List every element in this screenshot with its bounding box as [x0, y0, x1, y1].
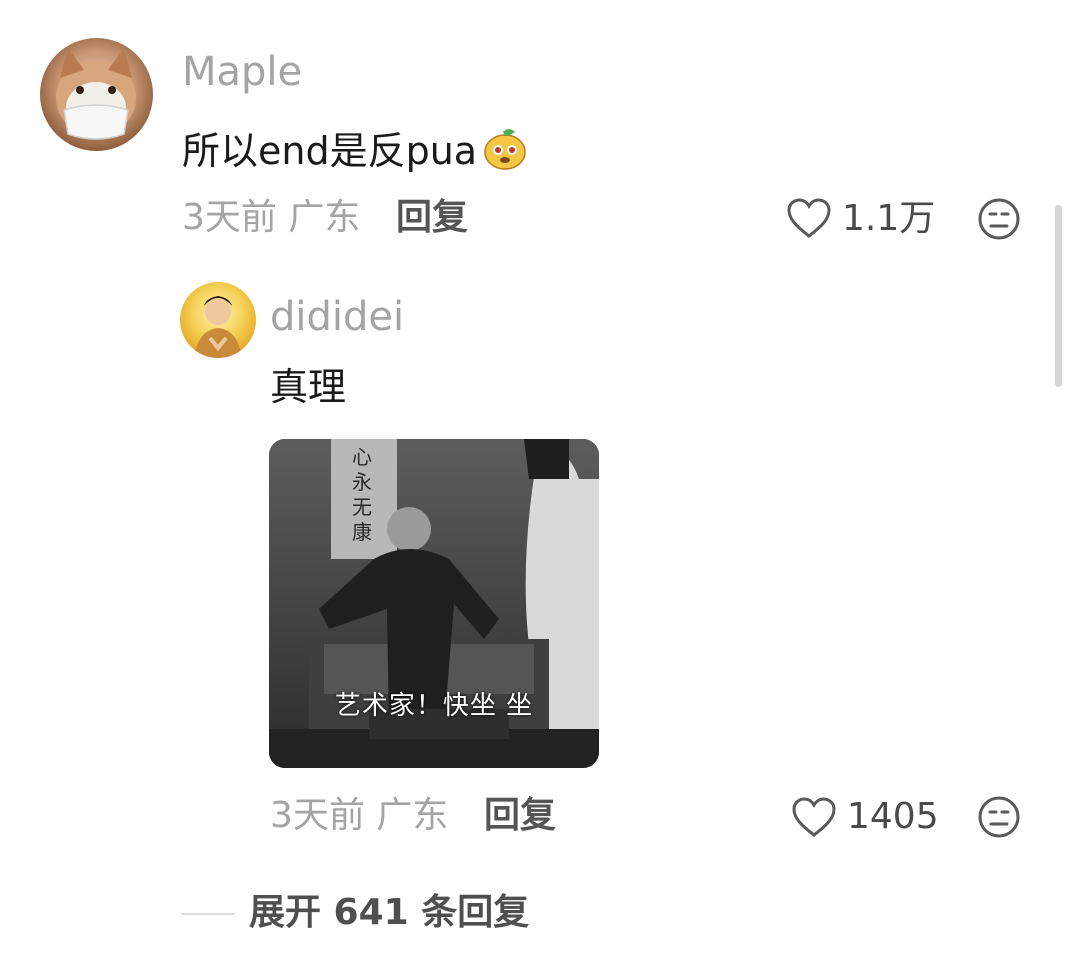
mango-dog-emoji [481, 124, 529, 178]
avatar[interactable] [180, 282, 256, 358]
avatar[interactable] [40, 38, 153, 151]
face-emoji-icon[interactable] [977, 795, 1021, 843]
reply-location: 广东 [376, 795, 449, 836]
comment-username[interactable]: Maple [182, 52, 302, 92]
reply-time: 3天前 [270, 795, 365, 836]
comment-location: 广东 [288, 197, 361, 238]
comment-meta: 3天前 广东 [182, 200, 360, 236]
heart-outline-icon[interactable] [786, 197, 832, 243]
comment-time: 3天前 [182, 197, 277, 238]
reply-button[interactable]: 回复 [484, 798, 556, 834]
reply-gif-image[interactable]: 心永无康 艺术家！快坐 坐 [269, 439, 599, 768]
reply-username[interactable]: dididei [270, 297, 404, 337]
scrollbar[interactable] [1055, 205, 1062, 387]
reply-text: 真理 [270, 365, 347, 409]
expand-replies-button[interactable]: 展开 641 条回复 [249, 895, 529, 931]
like-count: 1405 [847, 796, 939, 837]
reply-button[interactable]: 回复 [396, 200, 468, 236]
reply-meta: 3天前 广东 [270, 798, 448, 834]
comment-body: 所以end是反pua [182, 124, 529, 178]
comment-thread: Maple 所以end是反pua 3天前 广东 回复 1.1万 dididei … [0, 0, 1079, 976]
face-emoji-icon[interactable] [977, 197, 1021, 245]
like-count: 1.1万 [842, 198, 936, 239]
heart-outline-icon[interactable] [791, 796, 837, 842]
comment-text: 所以end是反pua [182, 129, 478, 173]
image-caption: 艺术家！快坐 坐 [334, 691, 534, 721]
expand-divider [181, 913, 235, 915]
image-sign-text: 心永无康 [352, 445, 372, 544]
